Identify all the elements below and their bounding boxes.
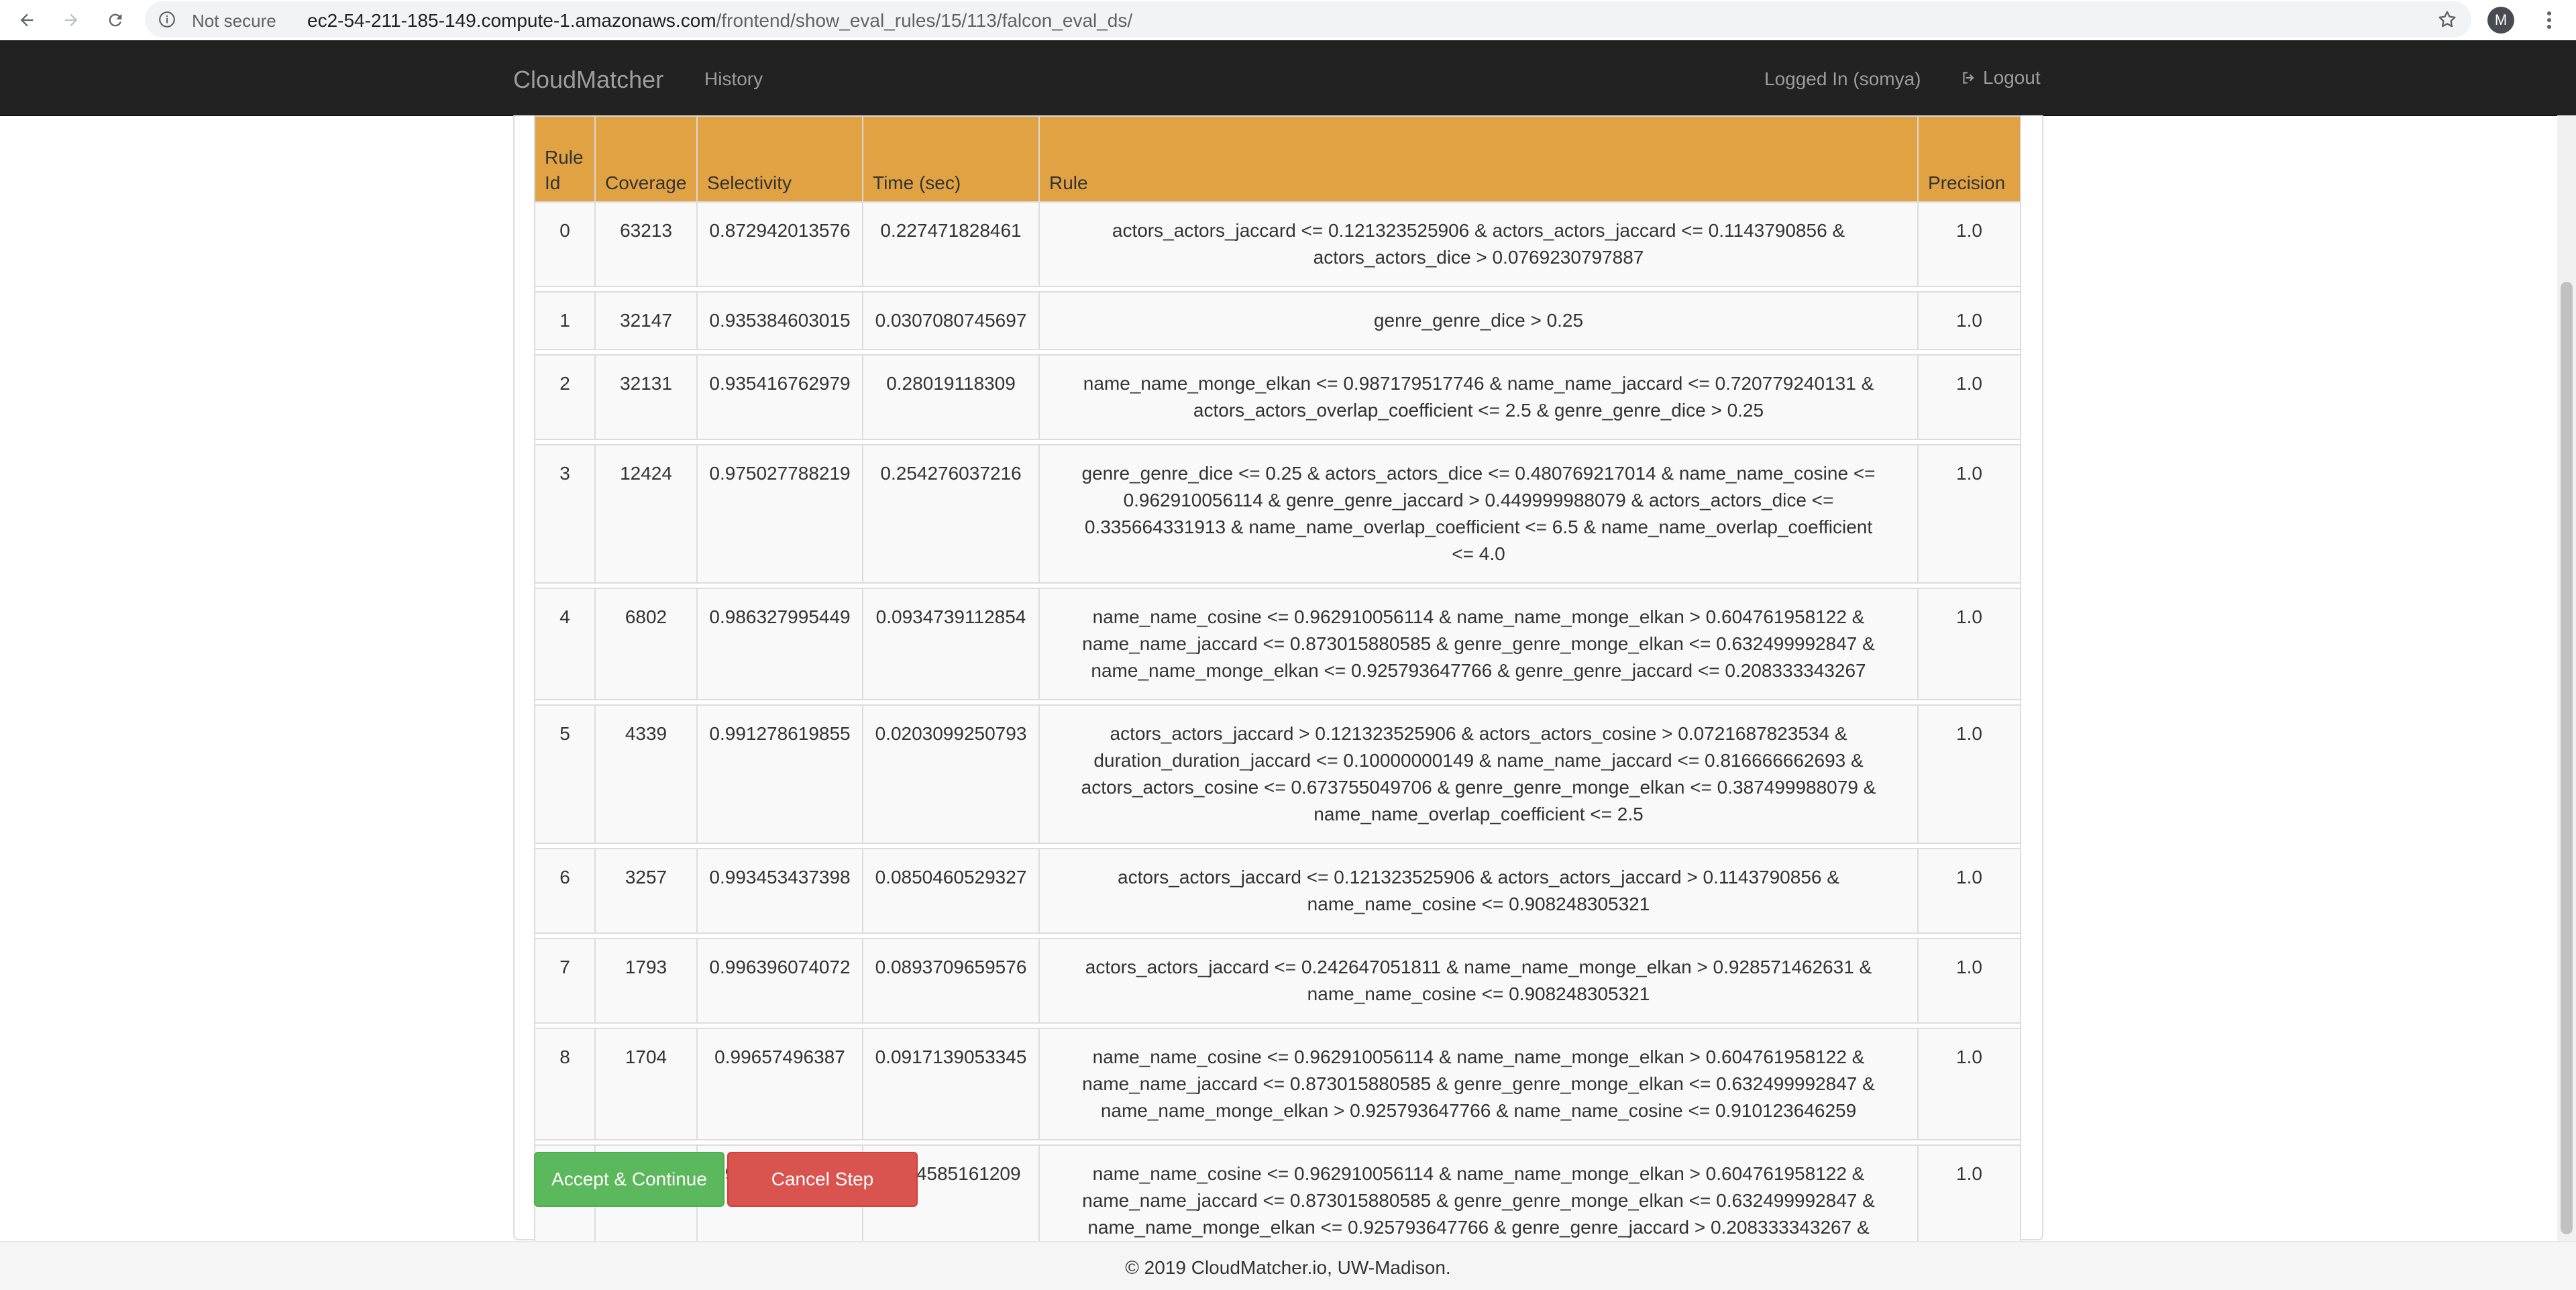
table-row: 1 32147 0.935384603015 0.0307080745697 genre… bbox=[534, 291, 2021, 350]
cell-coverage: 32147 bbox=[594, 291, 698, 350]
logged-in-user[interactable]: Logged In (somya) bbox=[1764, 68, 1921, 90]
cell-coverage: 4339 bbox=[594, 704, 698, 844]
cell-coverage: 32131 bbox=[594, 354, 698, 440]
logout-link[interactable]: Logout bbox=[1960, 67, 2041, 89]
cell-coverage: 6802 bbox=[594, 588, 698, 700]
cell-time: 0.0893709659576 bbox=[862, 938, 1040, 1024]
cell-rule-id: 5 bbox=[534, 704, 596, 844]
cell-time: 0.227471828461 bbox=[862, 201, 1040, 287]
cell-rule: name_name_cosine <= 0.962910056114 & nam… bbox=[1038, 1028, 1919, 1140]
cell-rule: genre_genre_dice <= 0.25 & actors_actors… bbox=[1038, 444, 1919, 584]
rules-table: Rule Id Coverage Selectivity Time (sec) … bbox=[534, 115, 2021, 1284]
cell-rule-id: 6 bbox=[534, 848, 596, 934]
security-label: Not secure bbox=[192, 11, 276, 31]
cell-selectivity: 0.99657496387 bbox=[696, 1028, 863, 1140]
profile-avatar[interactable]: M bbox=[2487, 7, 2514, 34]
cell-coverage: 1704 bbox=[594, 1028, 698, 1140]
cell-coverage: 12424 bbox=[594, 444, 698, 584]
app-navbar: CloudMatcher History Logged In (somya) L… bbox=[0, 40, 2576, 116]
logout-icon bbox=[1963, 72, 1974, 84]
address-bar[interactable]: Not secure ec2-54-211-185-149.compute-1.… bbox=[145, 1, 2471, 38]
reload-icon[interactable] bbox=[101, 5, 130, 35]
cell-rule-id: 8 bbox=[534, 1028, 596, 1140]
cell-precision: 1.0 bbox=[1917, 291, 2021, 350]
cell-coverage: 3257 bbox=[594, 848, 698, 934]
url-host: ec2-54-211-185-149.compute-1.amazonaws.c… bbox=[307, 10, 716, 31]
cell-selectivity: 0.935384603015 bbox=[696, 291, 863, 350]
header-rule-id: Rule Id bbox=[534, 115, 596, 203]
cell-selectivity: 0.872942013576 bbox=[696, 201, 863, 287]
cell-rule-id: 7 bbox=[534, 938, 596, 1024]
cell-precision: 1.0 bbox=[1917, 588, 2021, 700]
cell-time: 0.28019118309 bbox=[862, 354, 1040, 440]
header-coverage: Coverage bbox=[594, 115, 698, 203]
url-text[interactable]: ec2-54-211-185-149.compute-1.amazonaws.c… bbox=[307, 10, 1132, 32]
cell-precision: 1.0 bbox=[1917, 444, 2021, 584]
cell-precision: 1.0 bbox=[1917, 1028, 2021, 1140]
info-icon[interactable] bbox=[158, 11, 176, 28]
cell-rule: actors_actors_jaccard <= 0.121323525906 … bbox=[1038, 848, 1919, 934]
table-row: 8 1704 0.99657496387 0.0917139053345 name_na… bbox=[534, 1028, 2021, 1140]
bookmark-star-icon[interactable] bbox=[2436, 9, 2458, 30]
cell-precision: 1.0 bbox=[1917, 704, 2021, 844]
forward-icon[interactable] bbox=[56, 5, 86, 35]
cell-selectivity: 0.986327995449 bbox=[696, 588, 863, 700]
cell-rule: actors_actors_jaccard > 0.121323525906 &… bbox=[1038, 704, 1919, 844]
cell-selectivity: 0.935416762979 bbox=[696, 354, 863, 440]
scrollbar-thumb[interactable] bbox=[2561, 282, 2573, 1234]
cell-rule: genre_genre_dice > 0.25 bbox=[1038, 291, 1919, 350]
nav-history-link[interactable]: History bbox=[704, 68, 763, 90]
back-icon[interactable] bbox=[12, 5, 42, 35]
cell-time: 0.0307080745697 bbox=[862, 291, 1040, 350]
cancel-step-button[interactable]: Cancel Step bbox=[727, 1152, 918, 1207]
table-row: 3 12424 0.975027788219 0.254276037216 genre_… bbox=[534, 444, 2021, 584]
cell-precision: 1.0 bbox=[1917, 938, 2021, 1024]
cell-time: 0.254276037216 bbox=[862, 444, 1040, 584]
cell-rule-id: 3 bbox=[534, 444, 596, 584]
header-time: Time (sec) bbox=[862, 115, 1040, 203]
cell-time: 0.0850460529327 bbox=[862, 848, 1040, 934]
header-precision: Precision bbox=[1917, 115, 2021, 203]
cell-rule: actors_actors_jaccard <= 0.242647051811 … bbox=[1038, 938, 1919, 1024]
browser-toolbar: Not secure ec2-54-211-185-149.compute-1.… bbox=[0, 0, 2576, 41]
page-footer: © 2019 CloudMatcher.io, UW-Madison. bbox=[0, 1241, 2576, 1290]
cell-selectivity: 0.991278619855 bbox=[696, 704, 863, 844]
cell-rule: name_name_cosine <= 0.962910056114 & nam… bbox=[1038, 588, 1919, 700]
accept-continue-button[interactable]: Accept & Continue bbox=[534, 1152, 724, 1207]
table-row: 0 63213 0.872942013576 0.227471828461 actors… bbox=[534, 201, 2021, 287]
footer-copyright: © 2019 CloudMatcher.io, UW-Madison. bbox=[1125, 1257, 1451, 1278]
table-row: 6 3257 0.993453437398 0.0850460529327 actors… bbox=[534, 848, 2021, 934]
cell-rule-id: 1 bbox=[534, 291, 596, 350]
cell-rule-id: 4 bbox=[534, 588, 596, 700]
cell-time: 0.0934739112854 bbox=[862, 588, 1040, 700]
header-selectivity: Selectivity bbox=[696, 115, 863, 203]
cell-time: 0.0203099250793 bbox=[862, 704, 1040, 844]
cell-selectivity: 0.996396074072 bbox=[696, 938, 863, 1024]
cell-rule-id: 0 bbox=[534, 201, 596, 287]
menu-kebab-icon[interactable] bbox=[2542, 7, 2556, 34]
cell-time: 0.0917139053345 bbox=[862, 1028, 1040, 1140]
header-rule: Rule bbox=[1038, 115, 1919, 203]
cell-precision: 1.0 bbox=[1917, 201, 2021, 287]
cell-selectivity: 0.975027788219 bbox=[696, 444, 863, 584]
table-row: 7 1793 0.996396074072 0.0893709659576 actors… bbox=[534, 938, 2021, 1024]
cell-coverage: 1793 bbox=[594, 938, 698, 1024]
cell-rule: name_name_monge_elkan <= 0.987179517746 … bbox=[1038, 354, 1919, 440]
cell-selectivity: 0.993453437398 bbox=[696, 848, 863, 934]
logout-label: Logout bbox=[1983, 67, 2041, 88]
cell-rule-id: 2 bbox=[534, 354, 596, 440]
url-path: /frontend/show_eval_rules/15/113/falcon_… bbox=[716, 10, 1133, 31]
table-row: 5 4339 0.991278619855 0.0203099250793 actors… bbox=[534, 704, 2021, 844]
cell-precision: 1.0 bbox=[1917, 354, 2021, 440]
cell-coverage: 63213 bbox=[594, 201, 698, 287]
cell-precision: 1.0 bbox=[1917, 848, 2021, 934]
brand-logo[interactable]: CloudMatcher bbox=[513, 66, 663, 94]
table-header-row: Rule Id Coverage Selectivity Time (sec) … bbox=[534, 115, 2021, 203]
table-row: 2 32131 0.935416762979 0.28019118309 name_na… bbox=[534, 354, 2021, 440]
cell-rule: actors_actors_jaccard <= 0.121323525906 … bbox=[1038, 201, 1919, 287]
table-row: 4 6802 0.986327995449 0.0934739112854 name_n… bbox=[534, 588, 2021, 700]
